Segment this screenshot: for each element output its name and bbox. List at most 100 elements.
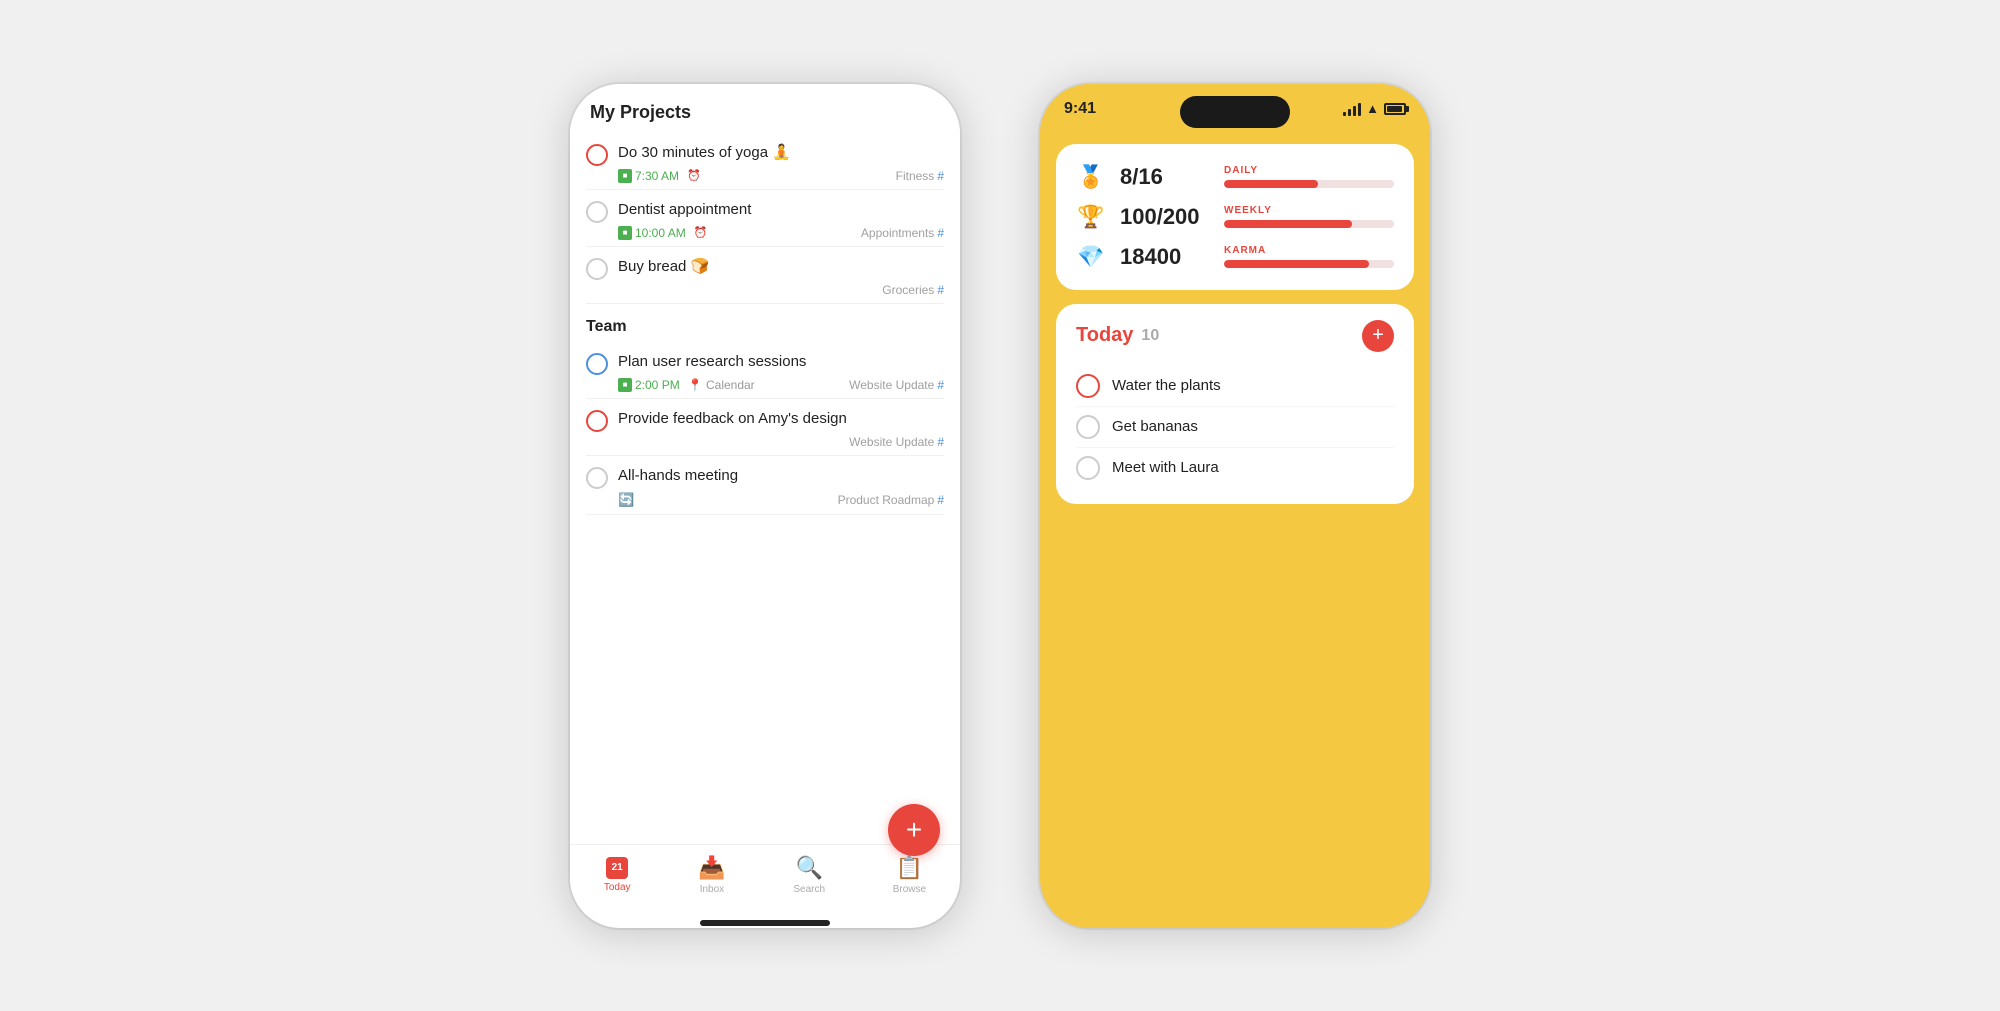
nav-search[interactable]: 🔍 Search	[793, 855, 825, 895]
today-task-bananas: Get bananas	[1076, 407, 1394, 448]
task-item-dentist: Dentist appointment ■ 10:00 AM ⏰ Appoint…	[586, 190, 944, 247]
today-task-text-water: Water the plants	[1112, 377, 1221, 394]
karma-bar-fill	[1224, 260, 1369, 268]
task-tag-research: Website Update #	[849, 378, 944, 392]
browse-nav-label: Browse	[893, 884, 926, 895]
right-phone-content: 🏅 8/16 DAILY 🏆 100/200 WEEKLY	[1040, 134, 1430, 928]
karma-value: 18400	[1120, 244, 1210, 270]
nav-browse[interactable]: 📋 Browse	[893, 855, 926, 895]
status-time: 9:41	[1064, 100, 1096, 118]
inbox-nav-label: Inbox	[700, 884, 724, 895]
inbox-icon: 📥	[698, 855, 725, 881]
task-title-dentist: Dentist appointment	[618, 200, 751, 220]
today-task-text-laura: Meet with Laura	[1112, 459, 1219, 476]
cal-icon-research: ■	[618, 378, 632, 392]
alarm-icon-dentist: ⏰	[694, 226, 708, 239]
task-tag-allhands: Product Roadmap #	[838, 493, 944, 507]
karma-icon: 💎	[1076, 244, 1106, 270]
today-checkbox-water[interactable]	[1076, 374, 1100, 398]
signal-icon	[1343, 102, 1361, 116]
hash-icon-allhands: #	[937, 493, 944, 507]
task-title-research: Plan user research sessions	[618, 352, 806, 372]
left-phone: My Projects Do 30 minutes of yoga 🧘 ■ 7:…	[570, 84, 960, 928]
task-title-bread: Buy bread 🍞	[618, 257, 709, 277]
recurring-icon-allhands: 🔄	[618, 492, 634, 508]
task-checkbox-research[interactable]	[586, 353, 608, 375]
hash-icon-yoga: #	[937, 169, 944, 183]
today-add-button[interactable]: +	[1362, 320, 1394, 352]
nav-inbox[interactable]: 📥 Inbox	[698, 855, 725, 895]
today-nav-label: Today	[604, 882, 631, 893]
task-checkbox-yoga[interactable]	[586, 144, 608, 166]
location-icon-research: 📍 Calendar	[688, 378, 755, 392]
stats-card: 🏅 8/16 DAILY 🏆 100/200 WEEKLY	[1056, 144, 1414, 290]
nav-today[interactable]: 21 Today	[604, 857, 631, 893]
hash-icon-dentist: #	[937, 226, 944, 240]
task-tag-amy: Website Update #	[849, 435, 944, 449]
today-checkbox-laura[interactable]	[1076, 456, 1100, 480]
today-task-text-bananas: Get bananas	[1112, 418, 1198, 435]
task-checkbox-bread[interactable]	[586, 258, 608, 280]
task-list: Do 30 minutes of yoga 🧘 ■ 7:30 AM ⏰ Fitn…	[570, 133, 960, 844]
search-icon: 🔍	[795, 855, 822, 881]
karma-bar-bg	[1224, 260, 1394, 268]
add-task-fab[interactable]: +	[888, 804, 940, 856]
my-projects-title: My Projects	[590, 102, 940, 123]
hash-icon-bread: #	[937, 283, 944, 297]
today-title-group: Today 10	[1076, 324, 1159, 347]
task-item-amy: Provide feedback on Amy's design Website…	[586, 399, 944, 456]
status-icons: ▲	[1343, 101, 1406, 116]
today-count: 10	[1141, 327, 1159, 345]
cal-icon-dentist: ■	[618, 226, 632, 240]
karma-label: KARMA	[1224, 245, 1394, 256]
today-header: Today 10 +	[1076, 320, 1394, 352]
weekly-label: WEEKLY	[1224, 205, 1394, 216]
today-nav-icon: 21	[606, 857, 628, 879]
daily-value: 8/16	[1120, 164, 1210, 190]
right-phone: 9:41 ▲ 🏅 8/16 DAILY	[1040, 84, 1430, 928]
karma-bar-group: KARMA	[1224, 245, 1394, 268]
alarm-icon-yoga: ⏰	[687, 169, 701, 182]
task-title-allhands: All-hands meeting	[618, 466, 738, 486]
browse-icon: 📋	[896, 855, 923, 881]
calendar-day-number: 21	[612, 863, 623, 873]
task-title-amy: Provide feedback on Amy's design	[618, 409, 847, 429]
task-checkbox-amy[interactable]	[586, 410, 608, 432]
task-tag-bread: Groceries #	[882, 283, 944, 297]
daily-bar-group: DAILY	[1224, 165, 1394, 188]
today-card: Today 10 + Water the plants Get bananas …	[1056, 304, 1414, 504]
hash-icon-research: #	[937, 378, 944, 392]
weekly-bar-group: WEEKLY	[1224, 205, 1394, 228]
daily-label: DAILY	[1224, 165, 1394, 176]
weekly-value: 100/200	[1120, 204, 1210, 230]
task-item-allhands: All-hands meeting 🔄 Product Roadmap #	[586, 456, 944, 515]
stat-row-weekly: 🏆 100/200 WEEKLY	[1076, 204, 1394, 230]
task-item-research: Plan user research sessions ■ 2:00 PM 📍 …	[586, 342, 944, 399]
today-task-laura: Meet with Laura	[1076, 448, 1394, 488]
hash-icon-amy: #	[937, 435, 944, 449]
task-tag-dentist: Appointments #	[861, 226, 944, 240]
task-tag-yoga: Fitness #	[896, 169, 944, 183]
task-checkbox-dentist[interactable]	[586, 201, 608, 223]
task-time-yoga: ■ 7:30 AM	[618, 169, 679, 183]
task-item-yoga: Do 30 minutes of yoga 🧘 ■ 7:30 AM ⏰ Fitn…	[586, 133, 944, 190]
weekly-bar-fill	[1224, 220, 1352, 228]
stat-row-karma: 💎 18400 KARMA	[1076, 244, 1394, 270]
dynamic-island	[1180, 96, 1290, 128]
weekly-icon: 🏆	[1076, 204, 1106, 230]
home-indicator	[700, 920, 830, 926]
wifi-icon: ▲	[1366, 101, 1379, 116]
task-item-bread: Buy bread 🍞 Groceries #	[586, 247, 944, 304]
task-time-dentist: ■ 10:00 AM	[618, 226, 686, 240]
daily-bar-bg	[1224, 180, 1394, 188]
stat-row-daily: 🏅 8/16 DAILY	[1076, 164, 1394, 190]
battery-icon	[1384, 103, 1406, 115]
bottom-nav: 21 Today 📥 Inbox 🔍 Search 📋 Browse	[570, 844, 960, 916]
task-time-research: ■ 2:00 PM	[618, 378, 680, 392]
daily-icon: 🏅	[1076, 164, 1106, 190]
weekly-bar-bg	[1224, 220, 1394, 228]
task-checkbox-allhands[interactable]	[586, 467, 608, 489]
daily-bar-fill	[1224, 180, 1318, 188]
task-title-yoga: Do 30 minutes of yoga 🧘	[618, 143, 791, 163]
today-checkbox-bananas[interactable]	[1076, 415, 1100, 439]
